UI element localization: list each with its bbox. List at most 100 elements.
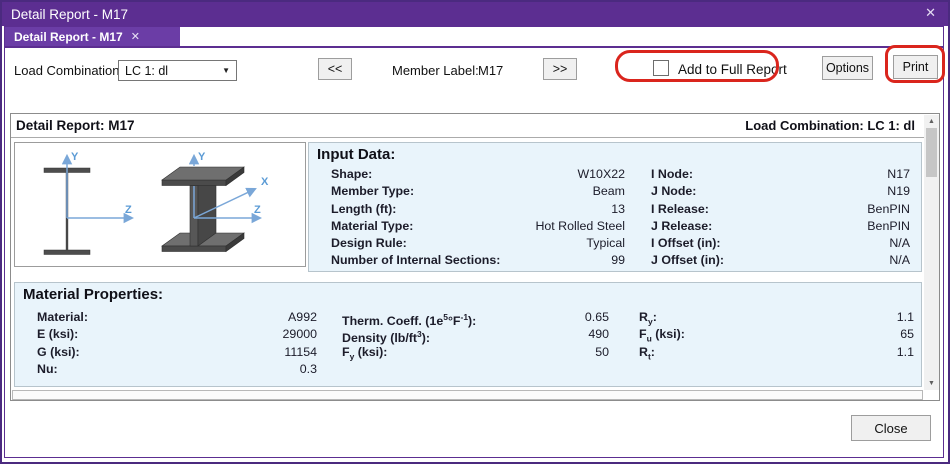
property-label: J Node: bbox=[651, 184, 697, 199]
property-row: Length (ft): 13 bbox=[331, 201, 625, 218]
tab-detail-report[interactable]: Detail Report - M17 ✕ bbox=[5, 27, 180, 46]
property-value: 1.1 bbox=[896, 344, 914, 359]
section-diagram-box: Y Z Y X Z bbox=[14, 142, 306, 267]
report-header: Detail Report: M17 Load Combination: LC … bbox=[11, 114, 939, 138]
tab-close-icon[interactable]: ✕ bbox=[131, 30, 140, 43]
material-properties-section: Material Properties: Material: A992 E (ksi… bbox=[14, 282, 922, 387]
property-label: Number of Internal Sections: bbox=[331, 253, 501, 268]
property-value: 490 bbox=[588, 327, 609, 342]
property-label: Member Type: bbox=[331, 184, 415, 199]
property-row: Rt: 1.1 bbox=[639, 344, 914, 361]
property-value: 11154 bbox=[284, 344, 317, 359]
property-row: Material: A992 bbox=[37, 309, 317, 326]
horizontal-scrollbar[interactable] bbox=[12, 390, 923, 400]
property-value: BenPIN bbox=[867, 218, 910, 233]
report-load-combination: Load Combination: LC 1: dl bbox=[745, 118, 915, 133]
load-combination-value: LC 1: dl bbox=[125, 63, 169, 78]
next-member-button[interactable]: >> bbox=[543, 58, 577, 80]
section-3d: Y X Z bbox=[161, 151, 269, 253]
property-row: Therm. Coeff. (1e5°F-1): 0.65 bbox=[342, 309, 609, 329]
property-label: Fy (ksi): bbox=[342, 344, 388, 362]
property-row: Ry: 1.1 bbox=[639, 309, 914, 326]
vertical-scrollbar[interactable]: ▲ ▼ bbox=[924, 115, 939, 390]
property-row: I Node: N17 bbox=[651, 166, 910, 183]
property-value: 29000 bbox=[282, 327, 317, 342]
property-label: I Node: bbox=[651, 167, 693, 181]
property-row: Fy (ksi): 50 bbox=[342, 344, 609, 361]
property-value: W10X22 bbox=[577, 167, 625, 181]
input-data-left-column: Shape: W10X22 Member Type: Beam Length (ft):… bbox=[331, 166, 625, 270]
property-value: 65 bbox=[900, 327, 914, 342]
property-label: Design Rule: bbox=[331, 236, 407, 251]
tab-label: Detail Report - M17 bbox=[14, 29, 123, 44]
section-diagram: Y Z Y X Z bbox=[43, 151, 269, 255]
property-value: Typical bbox=[586, 236, 625, 251]
property-value: Beam bbox=[592, 184, 625, 199]
property-label: Rt: bbox=[639, 344, 655, 362]
property-label: Therm. Coeff. (1e5°F-1): bbox=[342, 312, 477, 329]
property-row: J Node: N19 bbox=[651, 183, 910, 200]
section-2d: Y Z bbox=[43, 151, 135, 255]
property-value: 50 bbox=[595, 344, 609, 359]
previous-member-button[interactable]: << bbox=[318, 58, 352, 80]
axis-z-label-2d: Z bbox=[125, 204, 132, 216]
property-row: E (ksi): 29000 bbox=[37, 326, 317, 343]
property-row: G (ksi): 11154 bbox=[37, 344, 317, 361]
property-label: Ry: bbox=[639, 310, 657, 327]
property-value: N17 bbox=[887, 167, 910, 181]
property-row: Density (lb/ft3): 490 bbox=[342, 326, 609, 345]
property-label: Material: bbox=[37, 310, 88, 324]
report-panel: Detail Report: M17 Load Combination: LC … bbox=[10, 113, 940, 401]
property-row: Design Rule: Typical bbox=[331, 235, 625, 252]
property-label: Shape: bbox=[331, 167, 373, 181]
property-row: Shape: W10X22 bbox=[331, 166, 625, 183]
property-label: Nu: bbox=[37, 361, 58, 376]
material-col-1: Material: A992 E (ksi): 29000 G (ksi): 11154 N… bbox=[37, 309, 317, 378]
property-label: I Release: bbox=[651, 201, 709, 216]
input-data-right-column: I Node: N17 J Node: N19 I Release: BenPIN J Re… bbox=[651, 166, 910, 270]
load-combination-select[interactable]: LC 1: dl ▼ bbox=[118, 60, 237, 81]
vertical-scrollbar-thumb[interactable] bbox=[926, 128, 937, 177]
property-value: N/A bbox=[889, 253, 910, 268]
tab-bar-underline bbox=[5, 46, 943, 48]
property-value: N/A bbox=[889, 236, 910, 251]
material-col-3: Ry: 1.1 Fu (ksi): 65 Rt: 1.1 bbox=[639, 309, 914, 361]
property-value: BenPIN bbox=[867, 201, 910, 216]
property-value: 0.3 bbox=[299, 361, 317, 376]
property-row: Nu: 0.3 bbox=[37, 361, 317, 378]
print-button[interactable]: Print bbox=[893, 55, 938, 79]
property-value: 99 bbox=[611, 253, 625, 268]
property-value: Hot Rolled Steel bbox=[535, 218, 625, 233]
detail-report-window: Detail Report - M17 ✕ Detail Report - M1… bbox=[0, 0, 950, 464]
property-row: Member Type: Beam bbox=[331, 183, 625, 200]
add-to-full-report-label[interactable]: Add to Full Report bbox=[678, 62, 787, 77]
window-title: Detail Report - M17 bbox=[11, 6, 129, 22]
axis-z-label-3d: Z bbox=[254, 204, 261, 216]
member-value: M17 bbox=[478, 63, 504, 78]
axis-x-label-3d: X bbox=[261, 176, 269, 188]
property-value: A992 bbox=[288, 310, 317, 324]
property-value: 1.1 bbox=[896, 310, 914, 324]
property-row: J Release: BenPIN bbox=[651, 218, 910, 235]
axis-y-label-3d: Y bbox=[198, 151, 206, 163]
property-label: J Offset (in): bbox=[651, 253, 724, 268]
property-label: Fu (ksi): bbox=[639, 327, 685, 344]
property-label: E (ksi): bbox=[37, 327, 79, 342]
property-row: I Offset (in): N/A bbox=[651, 235, 910, 252]
property-row: I Release: BenPIN bbox=[651, 201, 910, 218]
axis-y-label-2d: Y bbox=[71, 151, 79, 163]
options-button[interactable]: Options bbox=[822, 56, 873, 80]
property-value: N19 bbox=[887, 184, 910, 199]
window-titlebar: Detail Report - M17 ✕ bbox=[2, 2, 948, 26]
input-data-section: Input Data: Shape: W10X22 Member Type: Beam… bbox=[308, 142, 922, 272]
scroll-down-icon[interactable]: ▼ bbox=[924, 377, 939, 390]
window-client-area: Detail Report - M17 ✕ Load Combination: … bbox=[4, 26, 945, 458]
material-col-2: Therm. Coeff. (1e5°F-1): 0.65 Density (lb/… bbox=[342, 309, 609, 361]
scroll-up-icon[interactable]: ▲ bbox=[924, 115, 939, 128]
window-close-icon[interactable]: ✕ bbox=[925, 5, 936, 21]
input-data-title: Input Data: bbox=[317, 146, 396, 163]
add-to-full-report-checkbox[interactable] bbox=[653, 60, 669, 76]
member-label: Member Label: bbox=[392, 63, 479, 78]
close-button[interactable]: Close bbox=[851, 415, 931, 441]
property-label: Material Type: bbox=[331, 218, 414, 233]
